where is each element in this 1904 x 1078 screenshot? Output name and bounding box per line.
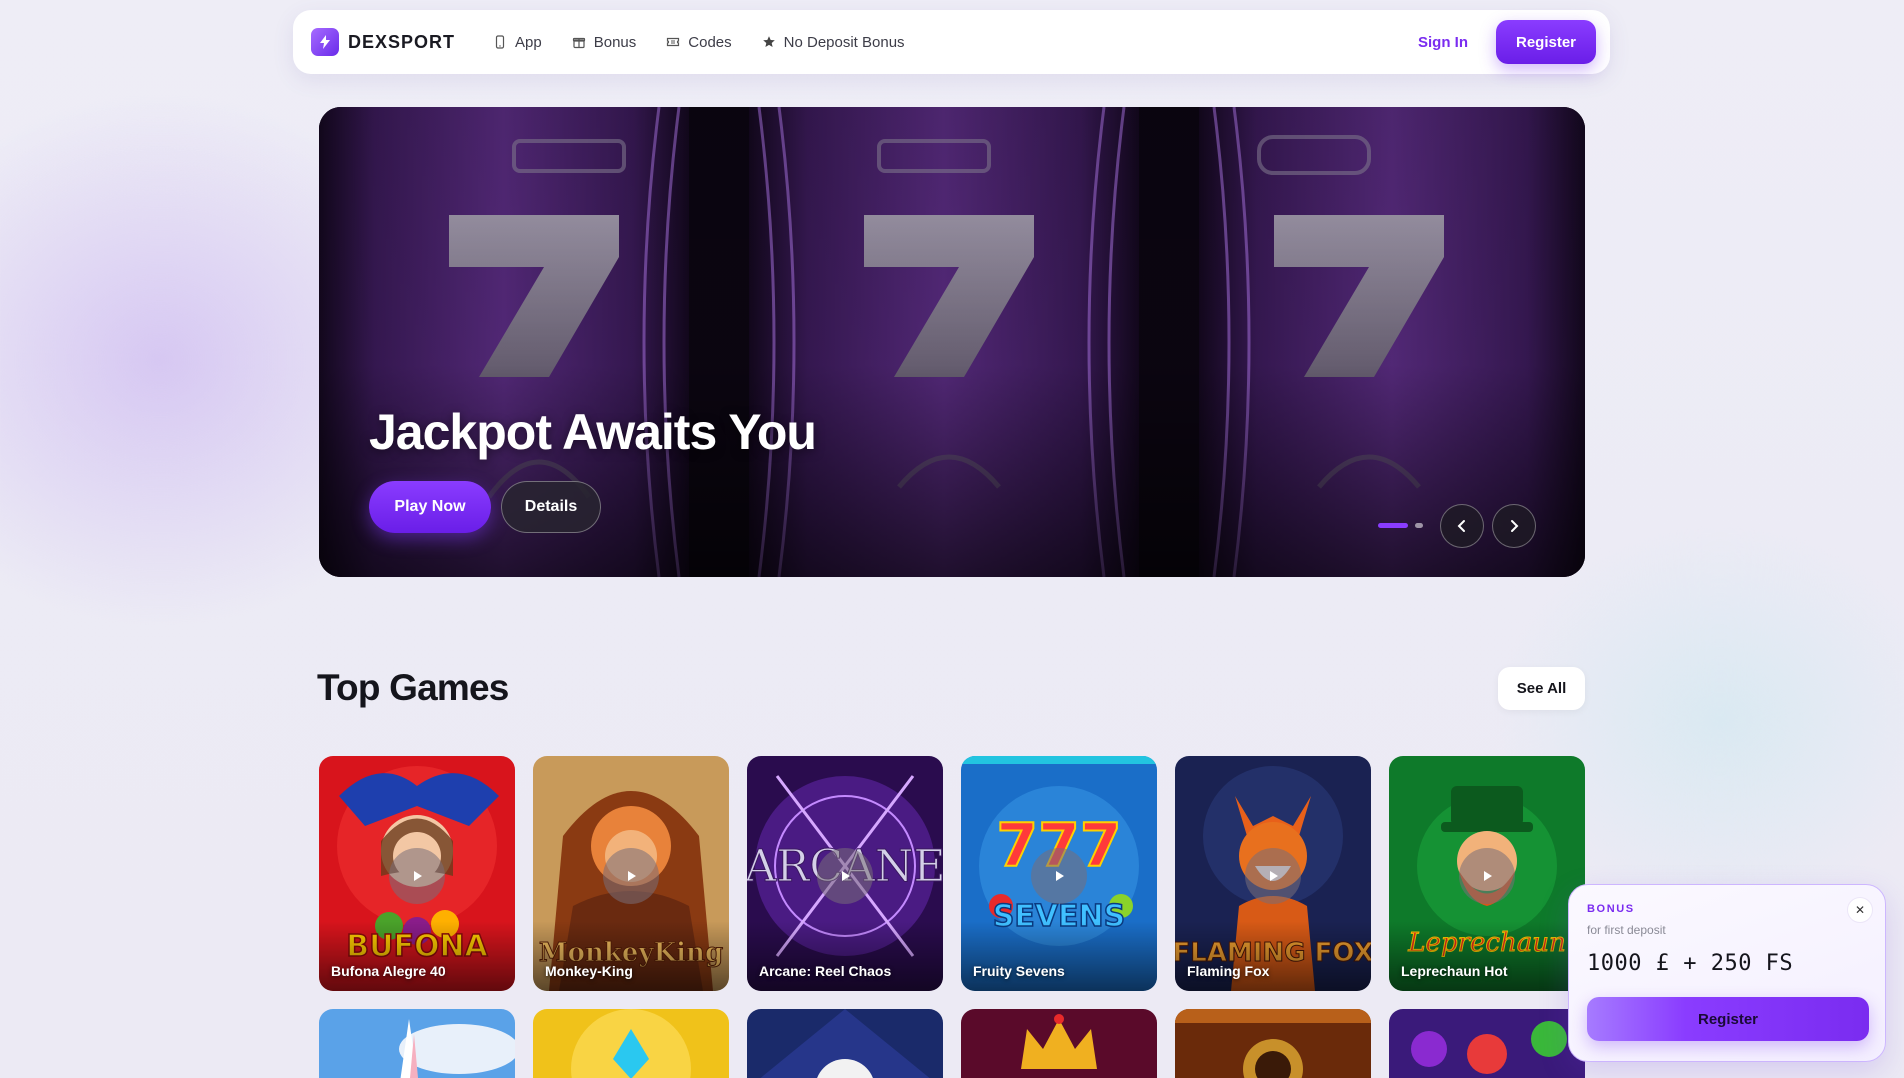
ticket-icon [667, 37, 680, 47]
star-icon [762, 36, 775, 47]
game-card[interactable]: MonkeyKing Monkey-King [533, 756, 729, 991]
game-title: Fruity Sevens [973, 963, 1065, 979]
bonus-subtitle: for first deposit [1587, 923, 1666, 937]
play-icon[interactable] [817, 848, 873, 904]
game-title: Monkey-King [545, 963, 633, 979]
game-card[interactable]: Leprechaun Leprechaun Hot [1389, 756, 1585, 991]
nav-bonus-link[interactable]: Bonus [572, 33, 637, 51]
nav-no-deposit-link[interactable]: No Deposit Bonus [762, 34, 905, 51]
game-thumbnail [747, 1009, 943, 1078]
chevron-right-icon [1511, 520, 1519, 532]
game-card[interactable] [961, 1009, 1157, 1078]
game-thumbnail [1389, 1009, 1585, 1078]
nav-codes-link[interactable]: Codes [666, 33, 732, 51]
brand-logo[interactable]: DEXSPORT [311, 28, 455, 56]
carousel-indicators [1378, 523, 1423, 528]
carousel-dot-active[interactable] [1378, 523, 1408, 528]
play-icon[interactable] [1031, 848, 1087, 904]
game-title: Bufona Alegre 40 [331, 963, 446, 979]
top-games-title: Top Games [317, 667, 509, 708]
game-card[interactable] [1175, 1009, 1371, 1078]
play-icon[interactable] [1459, 848, 1515, 904]
play-icon[interactable] [389, 848, 445, 904]
game-card[interactable]: ARCANE Arcane: Reel Chaos [747, 756, 943, 991]
gift-icon [572, 37, 585, 49]
game-card[interactable] [319, 1009, 515, 1078]
sign-in-link[interactable]: Sign In [1418, 34, 1468, 51]
brand-name: DEXSPORT [348, 31, 456, 52]
play-icon[interactable] [603, 848, 659, 904]
close-icon[interactable]: ✕ [1847, 897, 1873, 923]
game-card[interactable]: 777 SEVENS Fruity Sevens [961, 756, 1157, 991]
nav-no-deposit-label: No Deposit Bonus [783, 33, 905, 51]
play-now-button[interactable]: Play Now [369, 481, 491, 533]
see-all-button[interactable]: See All [1498, 667, 1585, 710]
play-icon[interactable] [1245, 848, 1301, 904]
game-thumbnail [961, 1009, 1157, 1078]
game-title: Arcane: Reel Chaos [759, 963, 892, 979]
game-card[interactable] [747, 1009, 943, 1078]
carousel-prev-button[interactable] [1440, 504, 1484, 548]
carousel-dot[interactable] [1415, 523, 1423, 528]
game-card[interactable]: BUFONA Bufona Alegre 40 [319, 756, 515, 991]
details-button[interactable]: Details [501, 481, 601, 533]
phone-icon [495, 35, 505, 49]
bonus-register-button[interactable]: Register [1587, 997, 1869, 1041]
game-title: Leprechaun Hot [1401, 963, 1508, 979]
game-thumbnail [533, 1009, 729, 1078]
register-button[interactable]: Register [1496, 20, 1596, 64]
nav-bonus-label: Bonus [593, 33, 637, 51]
game-thumbnail [1175, 1009, 1371, 1078]
game-card[interactable] [533, 1009, 729, 1078]
bonus-popup: BONUS for first deposit 1000 £ + 250 FS … [1568, 884, 1886, 1062]
nav-app-label: App [515, 33, 542, 51]
game-title: Flaming Fox [1187, 963, 1270, 979]
bonus-amount: 1000 £ + 250 FS [1587, 951, 1794, 976]
carousel-next-button[interactable] [1492, 504, 1536, 548]
nav-app-link[interactable]: App [493, 34, 542, 51]
game-card[interactable] [1389, 1009, 1585, 1078]
top-navbar: DEXSPORT App Bonus Codes No Deposit Bonu… [293, 10, 1610, 74]
game-card[interactable]: FLAMING FOX Flaming Fox [1175, 756, 1371, 991]
bonus-label: BONUS [1587, 903, 1635, 915]
game-thumbnail [319, 1009, 515, 1078]
hero-title: Jackpot Awaits You [369, 404, 817, 460]
hero-banner: Jackpot Awaits You Play Now Details [319, 107, 1585, 577]
bolt-logo-icon [311, 28, 339, 56]
chevron-left-icon [1457, 520, 1465, 532]
nav-codes-label: Codes [688, 33, 732, 51]
